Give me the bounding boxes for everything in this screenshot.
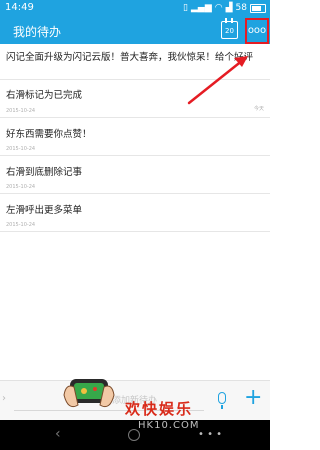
list-item[interactable]: 右滑到底删除记事 2015-10-24 <box>0 156 270 194</box>
add-button[interactable]: + <box>244 387 262 409</box>
status-bar: 14:49 ▯ ▂▄▆ ◠ ▟ 58 <box>0 0 270 17</box>
app-bar: 我的待办 20 <box>0 17 270 44</box>
signal-icon: ▂▄▆ <box>191 3 212 13</box>
list-item[interactable]: 闪记全面升级为闪记云版！普大喜奔，我伙惊呆！给个好评 <box>0 44 270 80</box>
todo-date: 2015-10-24 <box>6 222 36 228</box>
calendar-day: 20 <box>225 27 234 35</box>
more-dots-icon: ooo <box>247 25 267 36</box>
sim-icon: ▯ <box>183 3 188 13</box>
todo-date: 2015-10-24 <box>6 184 36 190</box>
wifi-icon: ◠ <box>214 3 223 13</box>
todo-text: 左滑呼出更多菜单 <box>6 205 83 216</box>
page-title: 我的待办 <box>13 25 62 39</box>
status-time: 14:49 <box>5 2 34 13</box>
status-icons: ▯ ▂▄▆ ◠ ▟ 58 <box>183 2 266 14</box>
system-nav-bar: ‹ • • • <box>0 420 270 450</box>
todo-date: 2015-10-24 <box>6 108 36 114</box>
battery-icon <box>250 3 266 13</box>
todo-date: 2015-10-24 <box>6 146 36 152</box>
watermark-url: HK10.COM <box>138 420 200 431</box>
calendar-icon[interactable]: 20 <box>221 18 238 39</box>
back-icon[interactable]: ‹ <box>55 426 61 442</box>
more-menu-button[interactable]: ooo <box>245 18 269 44</box>
todo-text: 右滑到底删除记事 <box>6 167 83 178</box>
mobile-signal-icon: ▟ <box>225 3 233 13</box>
microphone-icon[interactable] <box>218 392 226 409</box>
chevron-right-icon[interactable]: › <box>2 393 6 404</box>
todo-text: 右滑标记为已完成 <box>6 90 83 101</box>
todo-text: 闪记全面升级为闪记云版！普大喜奔，我伙惊呆！给个好评 <box>6 52 254 63</box>
list-item[interactable]: 左滑呼出更多菜单 2015-10-24 <box>0 194 270 232</box>
list-item[interactable]: 右滑标记为已完成 2015-10-24 今天 <box>0 80 270 118</box>
list-item[interactable]: 好东西需要你点赞！ 2015-10-24 <box>0 118 270 156</box>
todo-text: 好东西需要你点赞！ <box>6 129 92 140</box>
watermark-game-logo <box>63 379 115 408</box>
menu-icon[interactable]: • • • <box>198 429 222 440</box>
watermark-text: 欢快娱乐 <box>125 400 194 418</box>
battery-level: 58 <box>235 3 247 13</box>
todo-tag: 今天 <box>253 106 264 112</box>
